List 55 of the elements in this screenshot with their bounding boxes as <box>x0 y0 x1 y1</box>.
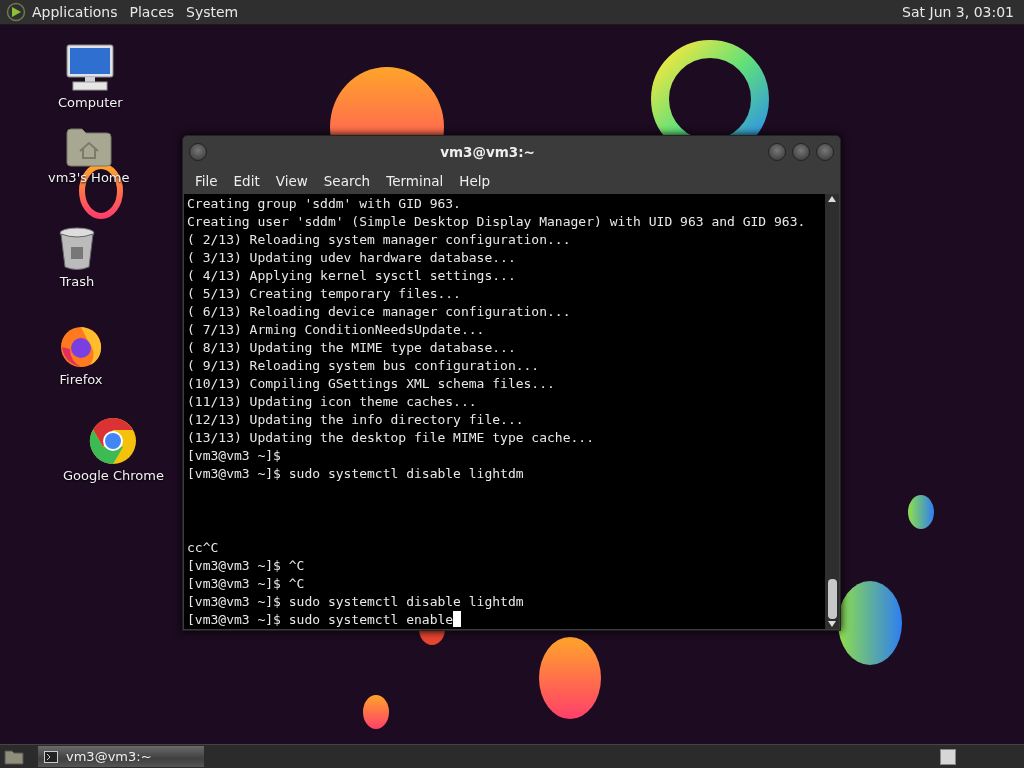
home-folder-icon[interactable] <box>65 127 112 167</box>
terminal-line: Creating user 'sddm' (Simple Desktop Display Manager) with UID 963 and GID 963. <box>187 213 807 231</box>
window-menu-button[interactable] <box>189 142 207 161</box>
menu-item[interactable]: Terminal <box>378 170 452 191</box>
terminal-line: ( 5/13) Creating temporary files... <box>187 285 462 303</box>
terminal-line: ( 8/13) Updating the MIME type database... <box>187 339 517 357</box>
icon-label[interactable]: Firefox <box>59 372 103 387</box>
terminal-icon <box>44 750 58 763</box>
terminal-line: [vm3@vm3 ~]$ <box>187 447 282 465</box>
menu-item[interactable]: View <box>267 170 316 191</box>
terminal-line: [vm3@vm3 ~]$ sudo systemctl disable lightdm <box>187 594 524 609</box>
clock[interactable]: Sat Jun 3, 03:01 <box>900 4 1016 20</box>
terminal-screen[interactable] <box>184 194 839 629</box>
trash-icon[interactable] <box>58 227 96 271</box>
terminal-line: [vm3@vm3 ~]$ sudo systemctl disable lightdm <box>187 465 525 483</box>
terminal-line: ( 3/13) Updating udev hardware database... <box>187 249 517 267</box>
menu-item[interactable]: Applications <box>26 2 124 22</box>
terminal-line: (10/13) Compiling GSettings XML schema files... <box>187 375 556 393</box>
menu-item[interactable]: File <box>187 170 226 191</box>
scrollbar[interactable] <box>825 194 839 629</box>
terminal-line: cc^C <box>187 540 219 555</box>
window-title: vm3@vm3:~ <box>439 143 536 160</box>
maximize-button[interactable] <box>792 142 810 161</box>
scroll-up-icon[interactable] <box>828 196 836 202</box>
taskbar-button[interactable]: vm3@vm3:~ <box>38 746 204 767</box>
terminal-line: [vm3@vm3 ~]$ ^C <box>187 558 305 573</box>
icon-label[interactable]: Trash <box>59 274 95 289</box>
menu-item[interactable]: Edit <box>225 170 268 191</box>
icon-label[interactable]: Computer <box>58 95 123 110</box>
scroll-down-icon[interactable] <box>828 621 836 627</box>
icon-label[interactable]: Google Chrome <box>63 468 164 483</box>
scrollbar-thumb[interactable] <box>827 579 837 619</box>
terminal-line: (11/13) Updating icon theme caches... <box>187 393 478 411</box>
terminal-line: (13/13) Updating the desktop file MIME type cache... <box>187 429 595 447</box>
terminal-line: [vm3@vm3 ~]$ sudo systemctl enable <box>187 612 454 627</box>
terminal-line: (12/13) Updating the info directory file... <box>187 411 525 429</box>
terminal-line: ( 4/13) Applying kernel sysctl settings... <box>187 267 517 285</box>
workspace-switcher[interactable] <box>940 748 956 765</box>
computer-icon[interactable] <box>65 44 116 92</box>
menu-item[interactable]: Places <box>123 2 181 22</box>
show-desktop-icon[interactable] <box>4 748 24 765</box>
menu-item[interactable]: Search <box>315 170 379 191</box>
minimize-button[interactable] <box>768 142 786 161</box>
close-button[interactable] <box>816 142 834 161</box>
terminal-line: ( 2/13) Reloading system manager configuration... <box>187 231 572 249</box>
menu-item[interactable]: Help <box>451 170 499 191</box>
terminal-line: ( 7/13) Arming ConditionNeedsUpdate... <box>187 321 486 339</box>
terminal-line: Creating group 'sddm' with GID 963. <box>187 195 462 213</box>
terminal-line: ( 9/13) Reloading system bus configuration... <box>187 357 541 375</box>
text-cursor <box>453 611 462 627</box>
start-icon[interactable] <box>6 2 26 22</box>
chrome-icon[interactable] <box>89 417 138 465</box>
menu-item[interactable]: System <box>180 2 245 22</box>
terminal-line: ( 6/13) Reloading device manager configuration... <box>187 303 572 321</box>
terminal-line: [vm3@vm3 ~]$ ^C <box>187 576 305 591</box>
